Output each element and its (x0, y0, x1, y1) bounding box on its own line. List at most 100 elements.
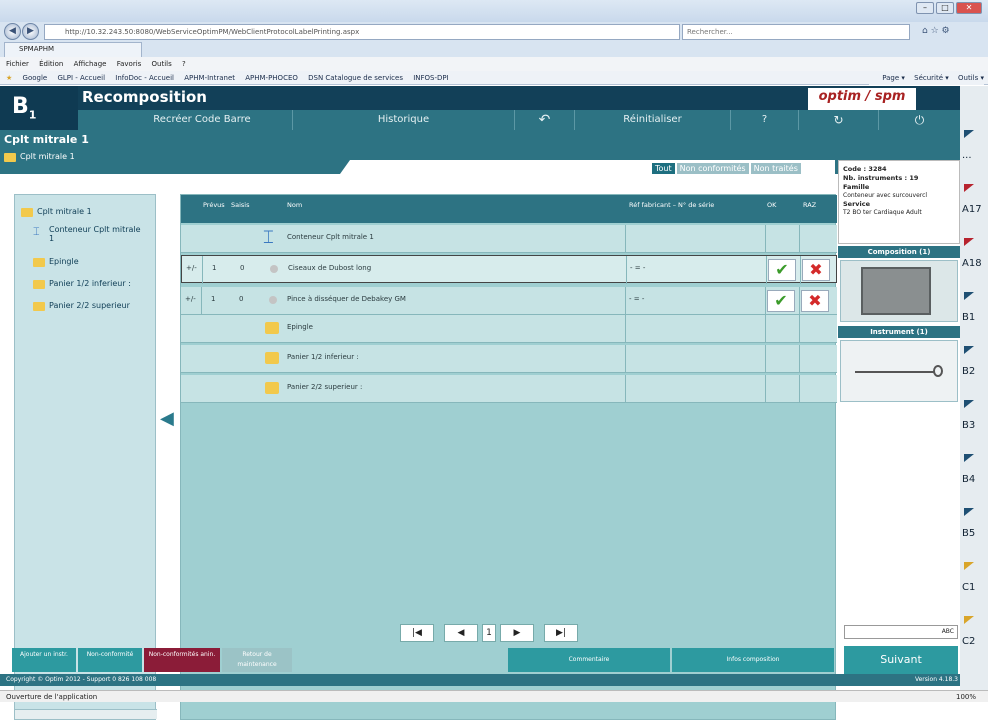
table-row[interactable]: ⌶ Conteneur Cplt mitrale 1 (181, 225, 837, 253)
filter-non-traites[interactable]: Non traités (750, 163, 801, 174)
cmd-outils[interactable]: Outils ▾ (958, 74, 984, 82)
folder-icon (4, 153, 16, 162)
table-row[interactable]: +/- 1 0 Ciseaux de Dubost long - = - ✔ ✖ (181, 255, 837, 284)
reinitialiser-button[interactable]: Réinitialiser (574, 110, 730, 130)
recreer-code-barre-button[interactable]: Recréer Code Barre (112, 110, 292, 130)
fav-dsn[interactable]: DSN Catalogue de services (308, 74, 403, 82)
table-row[interactable]: Panier 2/2 superieur : (181, 375, 837, 403)
col-prevus: Prévus (203, 201, 225, 209)
tree-node-conteneur[interactable]: ⌶ Conteneur Cplt mitrale 1 (33, 225, 143, 243)
historique-button[interactable]: Historique (292, 110, 514, 130)
instrument-photo[interactable] (840, 340, 958, 402)
menu-affichage[interactable]: Affichage (74, 60, 107, 68)
table-row[interactable]: +/- 1 0 Pince à disséquer de Debakey GM … (181, 287, 837, 315)
composition-panel-title: Composition (1) (838, 246, 960, 258)
minimize-button[interactable]: – (916, 2, 934, 14)
right-tab[interactable]: ... (960, 130, 988, 184)
favorites-star-icon[interactable]: ★ (6, 74, 12, 82)
collapse-panel-icon[interactable]: ◀ (160, 408, 174, 429)
filter-tout[interactable]: Tout (652, 163, 675, 174)
table-row[interactable]: Panier 1/2 inferieur : (181, 345, 837, 373)
non-conformites-anin-button[interactable]: Non-conformités anin. (144, 648, 220, 672)
right-tab[interactable]: B5 (960, 508, 988, 562)
right-tab[interactable]: C1 (960, 562, 988, 616)
home-icon[interactable]: ⌂ ☆ ⚙ (922, 26, 950, 36)
status-text: Ouverture de l'application (6, 693, 98, 701)
tree-node-panier-inf[interactable]: Panier 1/2 inferieur : (33, 279, 131, 289)
tree-scrollbar[interactable] (15, 709, 157, 719)
row-name: Panier 2/2 superieur : (287, 383, 363, 391)
undo-icon[interactable]: ↶ (514, 110, 574, 130)
zoom-level[interactable]: 100% (956, 691, 976, 703)
cmd-page[interactable]: Page ▾ (882, 74, 905, 82)
non-conformite-button[interactable]: Non-conformité (78, 648, 142, 672)
back-button[interactable]: ◀ (4, 23, 21, 40)
row-name: Pince à disséquer de Debakey GM (287, 295, 406, 303)
next-page-button[interactable]: ▶ (500, 624, 534, 642)
retour-maintenance-button[interactable]: Retour de maintenance (222, 648, 292, 672)
power-icon[interactable]: ⏻ (878, 110, 960, 130)
menu-edition[interactable]: Édition (39, 60, 63, 68)
window-titlebar: – □ ✕ (0, 0, 988, 22)
raz-cross-icon[interactable]: ✖ (802, 259, 830, 281)
adjust-button[interactable]: +/- (185, 295, 196, 303)
right-tab[interactable]: B4 (960, 454, 988, 508)
suivant-button[interactable]: Suivant (844, 646, 958, 674)
fav-infodoc[interactable]: InfoDoc - Accueil (115, 74, 174, 82)
ok-check-icon[interactable]: ✔ (767, 290, 795, 312)
info-famille-label: Famille (843, 183, 870, 191)
forward-button[interactable]: ▶ (22, 23, 39, 40)
address-bar[interactable]: http://10.32.243.50:8080/WebServiceOptim… (44, 24, 680, 40)
composition-title: Cplt mitrale 1 (4, 133, 89, 146)
menu-favoris[interactable]: Favoris (117, 60, 142, 68)
help-button[interactable]: ? (730, 110, 798, 130)
row-ref: - = - (629, 295, 645, 303)
right-tab[interactable]: A17 (960, 184, 988, 238)
fav-glpi[interactable]: GLPI - Accueil (57, 74, 105, 82)
browser-search-input[interactable]: Rechercher... (682, 24, 910, 40)
fav-infos-dpi[interactable]: INFOS-DPI (413, 74, 448, 82)
refresh-icon[interactable]: ↻ (798, 110, 878, 130)
fav-aphm-phoceo[interactable]: APHM-PHOCEO (245, 74, 298, 82)
tree-node-root[interactable]: Cplt mitrale 1 (21, 207, 92, 217)
right-tab[interactable]: B2 (960, 346, 988, 400)
last-page-button[interactable]: ▶| (544, 624, 578, 642)
col-nom: Nom (287, 201, 303, 209)
command-bar: Page ▾ Sécurité ▾ Outils ▾ (869, 71, 984, 85)
right-tab[interactable]: B3 (960, 400, 988, 454)
filter-non-conformites[interactable]: Non conformités (676, 163, 749, 174)
first-page-button[interactable]: |◀ (400, 624, 434, 642)
maximize-button[interactable]: □ (936, 2, 954, 14)
menu-outils[interactable]: Outils (152, 60, 172, 68)
right-tab[interactable]: A18 (960, 238, 988, 292)
adjust-button[interactable]: +/- (186, 264, 197, 272)
instrument-panel-title: Instrument (1) (838, 326, 960, 338)
ok-check-icon[interactable]: ✔ (768, 259, 796, 281)
folder-icon (265, 382, 279, 394)
fav-aphm-intranet[interactable]: APHM-Intranet (184, 74, 235, 82)
raz-cross-icon[interactable]: ✖ (801, 290, 829, 312)
tree-node-panier-sup[interactable]: Panier 2/2 superieur (33, 301, 130, 311)
table-row[interactable]: Epingle (181, 315, 837, 343)
right-tab[interactable]: B1 (960, 292, 988, 346)
folder-icon (265, 322, 279, 334)
menu-help[interactable]: ? (182, 60, 186, 68)
infos-composition-button[interactable]: Infos composition (672, 648, 834, 672)
breadcrumb-item[interactable]: Cplt mitrale 1 (4, 152, 75, 162)
col-raz: RAZ (803, 201, 817, 209)
favorites-bar: ★ Google GLPI - Accueil InfoDoc - Accuei… (0, 71, 988, 85)
prev-page-button[interactable]: ◀ (444, 624, 478, 642)
search-box[interactable]: ABC (844, 625, 958, 639)
close-window-button[interactable]: ✕ (956, 2, 982, 14)
row-prevus: 1 (212, 264, 217, 272)
commentaire-button[interactable]: Commentaire (508, 648, 670, 672)
tree-node-epingle[interactable]: Epingle (33, 257, 79, 267)
fav-google[interactable]: Google (23, 74, 48, 82)
composition-photo[interactable] (840, 260, 958, 322)
browser-tab[interactable]: SPMAPHM (4, 42, 142, 57)
ajouter-instrument-button[interactable]: Ajouter un instr. (12, 648, 76, 672)
menu-fichier[interactable]: Fichier (6, 60, 29, 68)
container-icon: ⌶ (33, 225, 40, 238)
right-tab[interactable]: C2 (960, 616, 988, 670)
cmd-securite[interactable]: Sécurité ▾ (914, 74, 949, 82)
